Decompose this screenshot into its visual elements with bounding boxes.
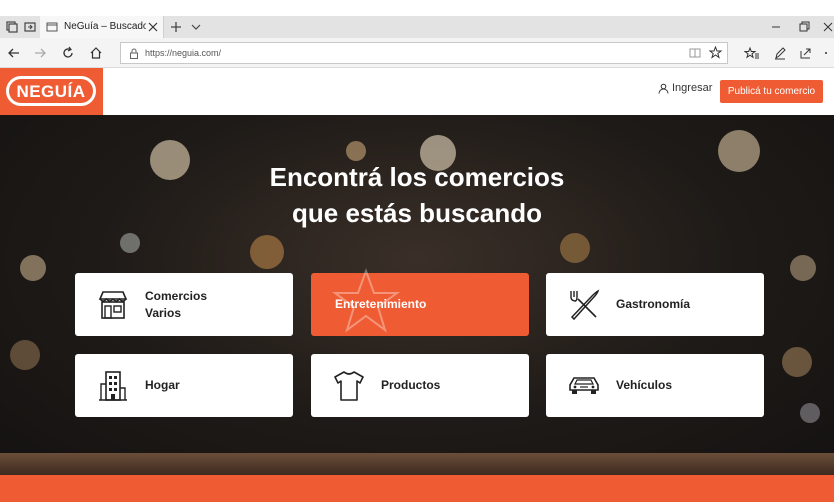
footer-strip <box>0 475 834 502</box>
category-vehiculos[interactable]: Vehículos <box>546 354 764 417</box>
bokeh-light <box>800 403 820 423</box>
home-icon[interactable] <box>88 45 104 61</box>
close-window-icon[interactable] <box>820 19 834 35</box>
login-label: Ingresar <box>672 82 713 94</box>
category-comercios-varios[interactable]: Comercios Varios <box>75 273 293 336</box>
star-icon <box>331 268 401 333</box>
bokeh-light <box>346 141 366 161</box>
hero-section: Encontrá los comercios que estás buscand… <box>0 115 834 475</box>
category-productos[interactable]: Productos <box>311 354 529 417</box>
new-tab-icon[interactable] <box>168 19 184 35</box>
building-icon <box>99 370 127 401</box>
publish-business-button[interactable]: Publicá tu comercio <box>720 80 823 103</box>
close-tab-icon[interactable] <box>148 22 158 32</box>
login-link[interactable]: Ingresar <box>658 82 712 94</box>
refresh-icon[interactable] <box>60 45 76 61</box>
bokeh-light <box>250 235 284 269</box>
bokeh-light <box>782 347 812 377</box>
bokeh-light <box>10 340 40 370</box>
tab-title: NeGuía – Buscador de c <box>64 21 146 32</box>
url-text: https://neguia.com/ <box>145 48 222 58</box>
fork-knife-icon <box>570 289 600 320</box>
bokeh-light <box>790 255 816 281</box>
favorite-star-icon[interactable] <box>709 46 722 59</box>
category-hogar[interactable]: Hogar <box>75 354 293 417</box>
car-icon <box>569 376 599 394</box>
store-icon <box>98 290 128 319</box>
tab-actions-icon[interactable] <box>4 19 20 35</box>
address-bar-row: https://neguia.com/ <box>0 38 834 68</box>
bokeh-light <box>560 233 590 263</box>
browser-tab-bar: NeGuía – Buscador de c <box>0 16 834 38</box>
bokeh-light <box>120 233 140 253</box>
pen-icon[interactable] <box>772 45 788 61</box>
site-header: NEGUÍA Ingresar Publicá tu comercio <box>0 68 834 115</box>
table-floor <box>0 453 834 475</box>
more-icon[interactable] <box>822 45 834 61</box>
category-gastronomia[interactable]: Gastronomía <box>546 273 764 336</box>
url-field[interactable]: https://neguia.com/ <box>120 42 728 64</box>
category-label: Gastronomía <box>616 297 691 311</box>
hero-title: Encontrá los comercios que estás buscand… <box>269 162 565 228</box>
logo-badge: NEGUÍA <box>6 76 96 106</box>
category-label: Productos <box>381 378 441 392</box>
category-label: Vehículos <box>616 378 673 392</box>
chevron-down-icon[interactable] <box>188 19 204 35</box>
favorites-icon[interactable] <box>744 45 760 61</box>
user-icon <box>658 83 669 94</box>
browser-tab[interactable]: NeGuía – Buscador de c <box>40 16 164 38</box>
minimize-icon[interactable] <box>768 19 784 35</box>
forward-icon[interactable] <box>32 45 48 61</box>
logo[interactable]: NEGUÍA <box>0 68 103 115</box>
page-icon <box>46 22 58 32</box>
bokeh-light <box>20 255 46 281</box>
share-icon[interactable] <box>798 45 814 61</box>
logo-text: NEGUÍA <box>16 82 86 101</box>
lock-icon <box>130 48 138 59</box>
tshirt-icon <box>334 370 364 401</box>
restore-icon[interactable] <box>796 19 812 35</box>
category-label: Comercios Varios <box>145 288 208 320</box>
reading-view-icon[interactable] <box>689 47 701 59</box>
back-icon[interactable] <box>6 45 22 61</box>
category-entretenimiento[interactable]: Entretenimiento <box>311 268 529 336</box>
category-label: Hogar <box>145 378 180 392</box>
set-aside-tabs-icon[interactable] <box>22 19 38 35</box>
